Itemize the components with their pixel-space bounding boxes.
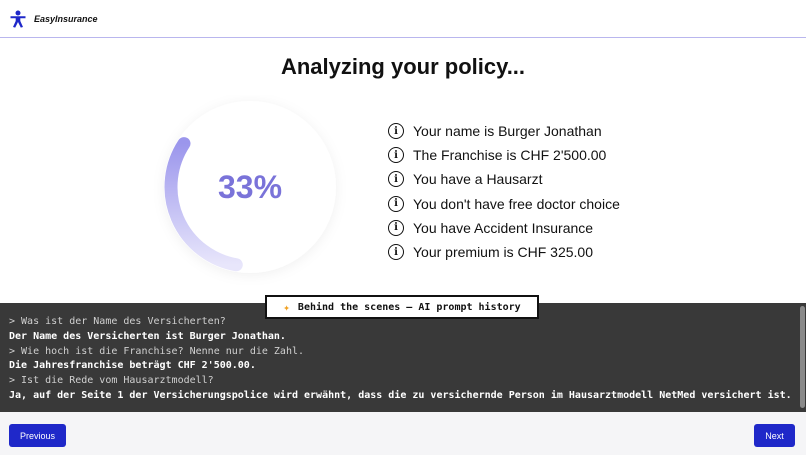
console-answer-line: Ja, auf der Seite 1 der Versicherungspol… (9, 389, 792, 401)
fact-text: You have Accident Insurance (413, 219, 594, 236)
info-icon: i (388, 147, 404, 164)
console-answer-line: Die Jahresfranchise beträgt CHF 2'500.00… (9, 360, 256, 372)
info-icon: i (388, 171, 404, 188)
console-scrollbar[interactable] (800, 306, 805, 408)
fact-text: Your name is Burger Jonathan (413, 123, 602, 140)
fact-text: You don't have free doctor choice (413, 195, 620, 212)
info-icon: i (388, 219, 404, 236)
previous-button[interactable]: Previous (9, 424, 66, 447)
prompt-history-label: ✦ Behind the scenes – AI prompt history (265, 295, 539, 319)
next-button[interactable]: Next (754, 424, 795, 447)
list-item: i You have a Hausarzt (388, 167, 620, 191)
list-item: i Your premium is CHF 325.00 (388, 240, 620, 264)
fact-text: Your premium is CHF 325.00 (413, 244, 594, 261)
list-item: i You have Accident Insurance (388, 216, 620, 240)
console-answer-line: Der Name des Versicherten ist Burger Jon… (9, 330, 286, 342)
progress-ring: 33% (150, 95, 350, 295)
fact-text: The Franchise is CHF 2'500.00 (413, 147, 607, 164)
prompt-history-console[interactable]: > Was ist der Name des Versicherten? Der… (0, 303, 806, 412)
fact-text: You have a Hausarzt (413, 171, 543, 188)
list-item: i Your name is Burger Jonathan (388, 119, 620, 143)
info-icon: i (388, 195, 404, 212)
console-prompt-line: > Wie hoch ist die Franchise? Nenne nur … (9, 345, 305, 357)
person-logo-icon[interactable] (9, 10, 27, 28)
list-item: i The Franchise is CHF 2'500.00 (388, 143, 620, 167)
app-header: EasyInsurance (0, 0, 806, 38)
prompt-history-label-text: Behind the scenes – AI prompt history (297, 301, 521, 313)
list-item: i You don't have free doctor choice (388, 192, 620, 216)
sparkle-icon: ✦ (283, 300, 290, 314)
info-icon: i (388, 123, 404, 140)
footer-bar (0, 412, 806, 455)
console-prompt-line: > Ist die Rede vom Hausarztmodell? (9, 375, 214, 387)
brand-name[interactable]: EasyInsurance (34, 14, 98, 24)
progress-percent: 33% (217, 169, 283, 205)
policy-facts-list: i Your name is Burger Jonathan i The Fra… (388, 119, 620, 264)
info-icon: i (388, 244, 404, 261)
page-title: Analyzing your policy... (280, 54, 526, 79)
